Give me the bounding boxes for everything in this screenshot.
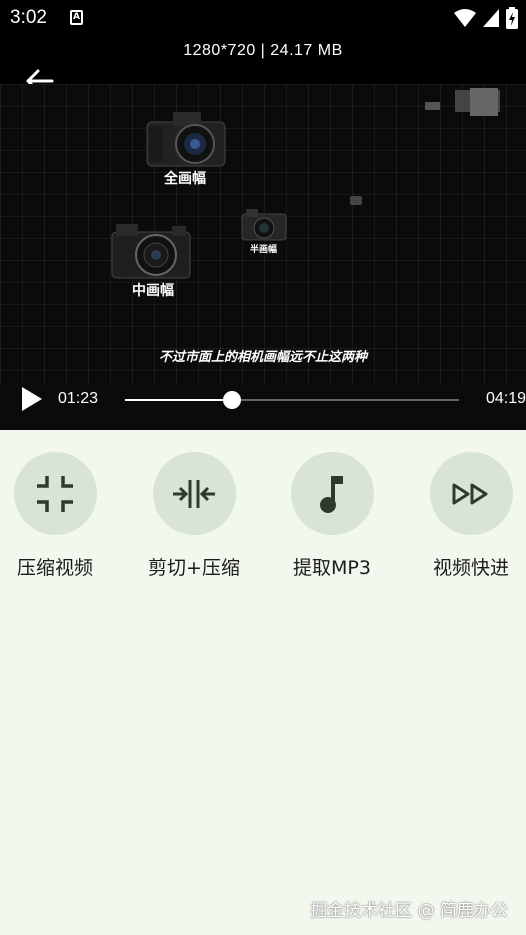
seek-bar-thumb[interactable]: [222, 391, 241, 409]
small-camera-image: [350, 196, 362, 205]
video-header: 1280*720 | 24.17 MB: [0, 36, 526, 93]
video-player[interactable]: 全画幅 半画幅 中画幅 不过市面上的相机画幅远不止这两种 01:23 04:19: [0, 84, 526, 430]
compress-icon: [13, 452, 97, 535]
battery-icon: [506, 7, 518, 29]
tool-label: 压缩视频: [16, 557, 93, 579]
video-subtitle: 不过市面上的相机画幅远不止这两种: [158, 350, 367, 365]
full-frame-camera-image: [146, 112, 226, 167]
status-time: 3:02: [10, 7, 47, 28]
play-icon[interactable]: [20, 386, 44, 412]
medium-format-label: 中画幅: [132, 283, 174, 299]
tool-label: 提取MP3: [293, 557, 371, 579]
half-frame-camera-image: [241, 209, 287, 241]
wifi-icon: [454, 9, 476, 27]
total-time: 04:19: [485, 390, 526, 407]
half-frame-label: 半画幅: [250, 245, 278, 255]
status-icons: [454, 7, 518, 29]
cut-compress-icon: [152, 452, 236, 535]
player-controls: 01:23 04:19: [0, 380, 526, 420]
full-frame-label: 全画幅: [164, 171, 206, 187]
signal-icon: [483, 9, 499, 27]
current-time: 01:23: [58, 390, 99, 407]
medium-format-camera-image: [111, 224, 191, 279]
fast-forward-icon: [429, 452, 513, 535]
video-frame-shape: [470, 88, 498, 116]
notification-a-icon: A: [70, 10, 83, 25]
extract-mp3-button[interactable]: 提取MP3: [262, 452, 402, 580]
tool-label: 剪切+压缩: [148, 557, 240, 579]
seek-bar-progress: [125, 399, 232, 401]
music-note-icon: [290, 452, 374, 535]
cut-compress-button[interactable]: 剪切+压缩: [124, 452, 264, 580]
tool-label: 视频快进: [432, 557, 509, 579]
compress-video-button[interactable]: 压缩视频: [0, 452, 125, 580]
video-info: 1280*720 | 24.17 MB: [183, 42, 343, 59]
seek-bar[interactable]: [125, 391, 459, 409]
watermark: 掘金技术社区 @ 简鹿办公: [310, 901, 508, 921]
status-bar: 3:02 A: [0, 0, 526, 36]
video-frame-shape: [425, 102, 440, 110]
fast-forward-button[interactable]: 视频快进: [401, 452, 526, 580]
